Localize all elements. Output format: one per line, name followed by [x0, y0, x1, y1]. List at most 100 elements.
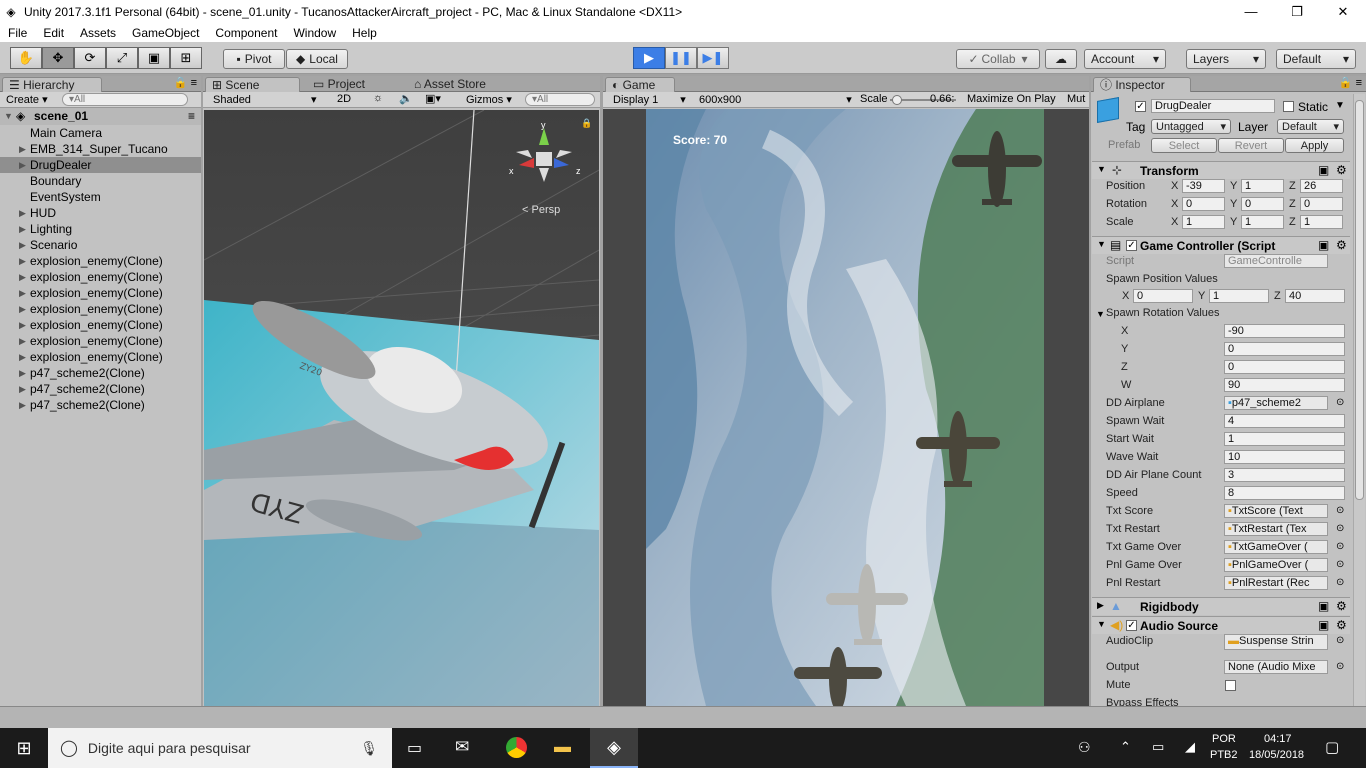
- controller-field[interactable]: ▪TxtGameOver (: [1224, 540, 1328, 554]
- scene-viewport[interactable]: ZYD ZY20 y x z 🔒 < Persp: [204, 110, 599, 706]
- account-dropdown[interactable]: Account ▾: [1084, 49, 1166, 69]
- local-button[interactable]: ◆ Local: [286, 49, 348, 69]
- object-picker-icon[interactable]: ⊙: [1336, 541, 1344, 552]
- menu-help[interactable]: Help: [344, 26, 385, 40]
- pivot-button[interactable]: ▪ Pivot: [223, 49, 285, 69]
- spawn-position-y-field[interactable]: 1: [1209, 289, 1269, 303]
- step-icon[interactable]: ▶❚: [697, 47, 729, 69]
- position-z-field[interactable]: 26: [1300, 179, 1343, 193]
- collab-button[interactable]: ✓ Collab ▾: [956, 49, 1040, 69]
- hierarchy-item[interactable]: ▶ explosion_enemy(Clone): [0, 269, 201, 285]
- mute-checkbox[interactable]: [1225, 680, 1236, 691]
- controller-field[interactable]: 10: [1224, 450, 1345, 464]
- audio-clip-field[interactable]: ▬Suspense Strin: [1224, 634, 1328, 650]
- layer-dropdown[interactable]: Default ▾: [1277, 119, 1344, 134]
- rotation-z-field[interactable]: 0: [1300, 197, 1343, 211]
- resolution-dropdown[interactable]: 600x900 ▾: [699, 93, 852, 106]
- hierarchy-item[interactable]: ▶ EMB_314_Super_Tucano: [0, 141, 201, 157]
- clock-date[interactable]: 18/05/2018: [1249, 749, 1304, 761]
- hierarchy-item[interactable]: ▶ Lighting: [0, 221, 201, 237]
- panel-menu-icon[interactable]: 🔒 ≡: [174, 76, 197, 89]
- object-picker-icon[interactable]: ⊙: [1336, 523, 1344, 534]
- object-picker-icon[interactable]: ⊙: [1336, 661, 1344, 672]
- hierarchy-item[interactable]: ▶ p47_scheme2(Clone): [0, 381, 201, 397]
- controller-field[interactable]: 3: [1224, 468, 1345, 482]
- hierarchy-item[interactable]: ▶ Scenario: [0, 237, 201, 253]
- gear-icon[interactable]: ⚙: [1336, 618, 1347, 632]
- prefab-revert-button[interactable]: Revert: [1218, 138, 1284, 153]
- game-viewport[interactable]: Score: 70: [646, 109, 1044, 706]
- hierarchy-item[interactable]: Main Camera: [0, 125, 201, 141]
- language-indicator[interactable]: POR: [1212, 733, 1236, 745]
- menu-component[interactable]: Component: [207, 26, 285, 40]
- scrollbar-thumb[interactable]: [1355, 100, 1364, 500]
- tag-dropdown[interactable]: Untagged ▾: [1151, 119, 1231, 134]
- microphone-icon[interactable]: 🎙: [360, 740, 378, 757]
- chevron-right-icon[interactable]: ▶: [19, 141, 26, 157]
- gear-icon[interactable]: ⚙: [1336, 163, 1347, 177]
- panel-menu-icon[interactable]: 🔒 ≡: [1339, 76, 1362, 89]
- play-icon[interactable]: ▶: [633, 47, 665, 69]
- battery-icon[interactable]: ▭: [1152, 739, 1164, 755]
- mail-icon[interactable]: ✉: [455, 737, 469, 757]
- wifi-icon[interactable]: ◢: [1185, 739, 1195, 755]
- object-name-field[interactable]: DrugDealer: [1151, 99, 1275, 113]
- rigidbody-header[interactable]: ▶ ▲ Rigidbody ▣ ⚙: [1092, 597, 1350, 615]
- hierarchy-item[interactable]: ▶ HUD: [0, 205, 201, 221]
- move-tool-icon[interactable]: ✥: [42, 47, 74, 69]
- keyboard-layout-indicator[interactable]: PTB2: [1210, 749, 1238, 761]
- help-icon[interactable]: ▣: [1318, 618, 1329, 632]
- audio-toggle-icon[interactable]: 🔈: [399, 92, 413, 105]
- menu-edit[interactable]: Edit: [35, 26, 72, 40]
- gizmos-dropdown[interactable]: Gizmos ▾: [466, 93, 512, 106]
- people-icon[interactable]: ⚇: [1078, 739, 1091, 756]
- orientation-gizmo[interactable]: y x z: [504, 120, 584, 190]
- windows-start-icon[interactable]: ⊞: [0, 728, 48, 768]
- audio-source-header[interactable]: ▼ ◀) ✓ Audio Source ▣ ⚙: [1092, 616, 1350, 634]
- object-picker-icon[interactable]: ⊙: [1336, 397, 1344, 408]
- taskbar-search-box[interactable]: ◯ Digite aqui para pesquisar 🎙: [48, 728, 392, 768]
- chevron-right-icon[interactable]: ▶: [19, 349, 26, 365]
- layout-dropdown[interactable]: Default ▾: [1276, 49, 1356, 69]
- hierarchy-item[interactable]: ▶ explosion_enemy(Clone): [0, 333, 201, 349]
- chevron-right-icon[interactable]: ▶: [19, 157, 26, 173]
- tab-hierarchy[interactable]: ☰ Hierarchy: [2, 77, 102, 92]
- spawn-rotation-field[interactable]: 90: [1224, 378, 1345, 392]
- chevron-right-icon[interactable]: ▶: [19, 221, 26, 237]
- game-controller-enabled-checkbox[interactable]: ✓: [1126, 240, 1137, 251]
- notification-icon[interactable]: ▢: [1325, 738, 1339, 756]
- gear-icon[interactable]: ⚙: [1336, 238, 1347, 252]
- rotation-y-field[interactable]: 0: [1241, 197, 1284, 211]
- scale-y-field[interactable]: 1: [1241, 215, 1284, 229]
- hierarchy-item[interactable]: ▶ p47_scheme2(Clone): [0, 397, 201, 413]
- transform-tool-icon[interactable]: ⊞: [170, 47, 202, 69]
- clock-time[interactable]: 04:17: [1264, 733, 1292, 745]
- scale-z-field[interactable]: 1: [1300, 215, 1343, 229]
- task-view-icon[interactable]: ▭: [407, 738, 422, 758]
- tab-game[interactable]: ◐ Game: [605, 77, 675, 92]
- scene-root[interactable]: ▼ ◈ scene_01 ≡: [0, 108, 201, 125]
- lighting-toggle-icon[interactable]: ☼: [373, 92, 383, 104]
- spawn-rotation-field[interactable]: -90: [1224, 324, 1345, 338]
- mute-audio-toggle[interactable]: Mut: [1067, 93, 1085, 105]
- gear-icon[interactable]: ⚙: [1336, 599, 1347, 613]
- menu-file[interactable]: File: [0, 26, 35, 40]
- display-dropdown[interactable]: Display 1 ▾: [613, 93, 686, 106]
- chevron-down-icon[interactable]: ▼: [1096, 309, 1105, 319]
- inspector-scrollbar[interactable]: [1353, 94, 1365, 706]
- scale-slider-thumb[interactable]: [892, 95, 902, 105]
- controller-field[interactable]: 4: [1224, 414, 1345, 428]
- hierarchy-item[interactable]: ▶ explosion_enemy(Clone): [0, 253, 201, 269]
- chevron-right-icon[interactable]: ▶: [19, 237, 26, 253]
- chevron-up-icon[interactable]: ⌃: [1120, 739, 1131, 755]
- prefab-apply-button[interactable]: Apply: [1285, 138, 1344, 153]
- chevron-right-icon[interactable]: ▶: [19, 365, 26, 381]
- hierarchy-search-input[interactable]: ▾All: [62, 93, 188, 106]
- unity-taskbar-icon[interactable]: ◈: [590, 728, 638, 768]
- tab-project[interactable]: ▭ Project: [307, 77, 371, 92]
- chevron-right-icon[interactable]: ▶: [19, 269, 26, 285]
- chevron-down-icon[interactable]: ▼: [1335, 100, 1345, 111]
- lock-icon[interactable]: 🔒: [581, 118, 592, 129]
- help-icon[interactable]: ▣: [1318, 238, 1329, 252]
- hand-tool-icon[interactable]: ✋: [10, 47, 42, 69]
